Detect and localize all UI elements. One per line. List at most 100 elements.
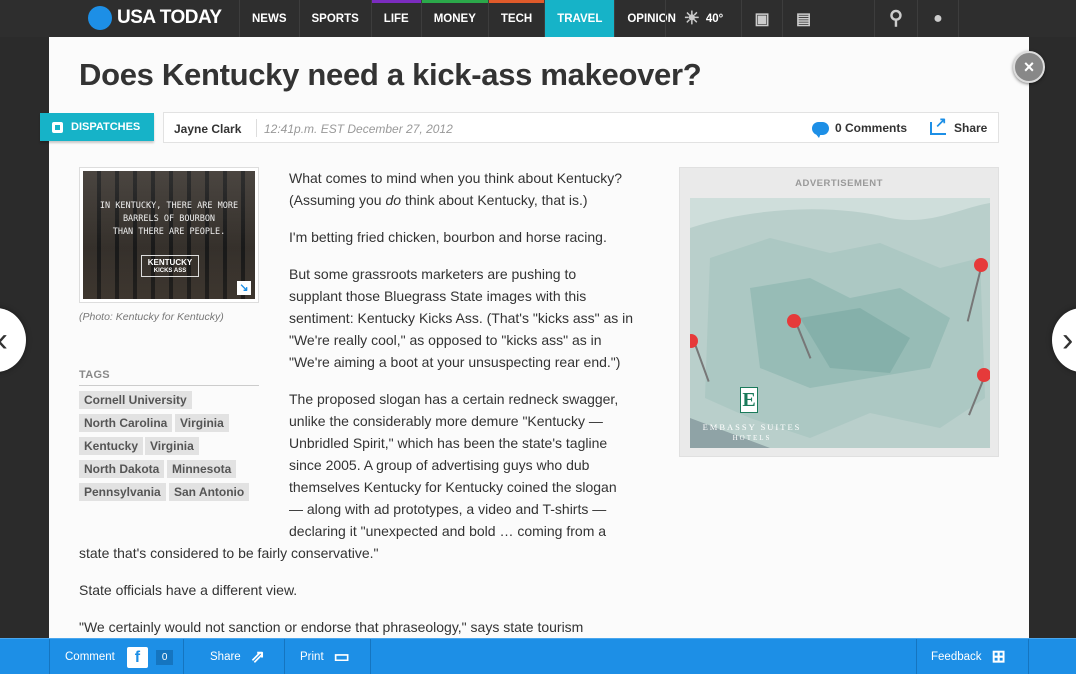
comments-link[interactable]: 0 Comments: [812, 121, 908, 138]
nav-label: SPORTS: [311, 12, 359, 25]
tag-north-dakota[interactable]: North Dakota: [79, 460, 165, 478]
dispatches-badge[interactable]: DISPATCHES: [40, 113, 154, 141]
edition-button[interactable]: ▤: [782, 0, 824, 37]
share-link[interactable]: Share: [930, 114, 988, 135]
text-line: (Assuming you do think about Kentucky, t…: [289, 189, 622, 211]
book-icon: ▤: [795, 10, 812, 28]
us-map-graphic: [690, 198, 990, 448]
share-button[interactable]: Share ⇗: [184, 639, 285, 674]
nav-life[interactable]: LIFE: [370, 0, 421, 37]
author-name[interactable]: Jayne Clark: [174, 122, 241, 136]
comments-label: 0 Comments: [835, 121, 908, 135]
account-button[interactable]: ●: [917, 0, 959, 37]
dispatches-icon: [52, 121, 63, 133]
tag-north-carolina[interactable]: North Carolina: [79, 414, 173, 432]
tag-virginia-2[interactable]: Virginia: [145, 437, 199, 455]
article-headline: Does Kentucky need a kick-ass makeover?: [79, 57, 702, 92]
photo-line: THAN THERE ARE PEOPLE.: [112, 227, 226, 237]
text-line: The proposed slogan has a certain rednec…: [289, 391, 619, 407]
ad-map-image: E EMBASSY SUITES HOTELS: [690, 198, 990, 448]
text-line: since 2005. A group of advertising guys …: [289, 457, 590, 473]
weather-temp: 40°: [705, 12, 724, 25]
tag-pennsylvania[interactable]: Pennsylvania: [79, 483, 166, 501]
nav-label: NEWS: [252, 12, 287, 25]
feedback-label: Feedback: [931, 651, 982, 663]
close-button[interactable]: ×: [1013, 51, 1045, 83]
badge-bottom: KICKS ASS: [153, 268, 187, 274]
share-icon: [930, 114, 947, 135]
comment-button[interactable]: Comment f 0: [49, 639, 184, 674]
nav-color-bar: [421, 0, 488, 3]
weather-widget[interactable]: ☀ 40°: [665, 0, 741, 37]
logo-text: USA TODAY: [117, 7, 222, 28]
byline-bar: Jayne Clark 12:41p.m. EST December 27, 2…: [163, 112, 999, 143]
embassy-suites-wordmark: EMBASSY SUITES HOTELS: [692, 422, 812, 444]
paragraph-3: But some grassroots marketers are pushin…: [289, 263, 633, 373]
top-nav: USA TODAY NEWS SPORTS LIFE MONEY TECH TR…: [0, 0, 1076, 37]
chevron-right-icon: ›: [1062, 320, 1074, 359]
next-article-button[interactable]: ›: [1052, 308, 1076, 372]
photo-image: IN KENTUCKY, THERE ARE MORE BARRELS OF B…: [83, 171, 255, 299]
nav-sports[interactable]: SPORTS: [298, 0, 371, 37]
text-line: But some grassroots marketers are pushin…: [289, 266, 577, 282]
paragraph-2: I'm betting fried chicken, bourbon and h…: [289, 229, 607, 245]
feedback-button[interactable]: Feedback ⊞: [916, 639, 1029, 674]
nav-news[interactable]: NEWS: [239, 0, 299, 37]
print-button[interactable]: Print ▭: [285, 639, 371, 674]
tag-cornell-university[interactable]: Cornell University: [79, 391, 192, 409]
user-icon: ●: [933, 9, 943, 27]
text-line: "We're aiming a boot at your unsuspectin…: [289, 354, 621, 370]
photo-text: IN KENTUCKY, THERE ARE MORE BARRELS OF B…: [83, 200, 255, 239]
map-pin-icon: [977, 368, 990, 382]
text-line: — along with ad prototypes, a video and …: [289, 501, 607, 517]
article-photo[interactable]: IN KENTUCKY, THERE ARE MORE BARRELS OF B…: [79, 167, 259, 303]
tag-san-antonio[interactable]: San Antonio: [169, 483, 250, 501]
nav-label: TECH: [500, 12, 533, 25]
text-line: unlike the considerably more demure "Ken…: [289, 413, 603, 429]
media-button[interactable]: ▣: [741, 0, 782, 37]
tag-kentucky[interactable]: Kentucky: [79, 437, 144, 455]
paragraph-4-end: state that's considered to be fairly con…: [79, 545, 379, 561]
bottom-toolbar: Comment f 0 Share ⇗ Print ▭ Feedback ⊞: [0, 638, 1076, 674]
text-line: supplant those Bluegrass State images wi…: [289, 288, 587, 304]
search-button[interactable]: ⚲: [874, 0, 917, 37]
share-icon: ⇗: [250, 647, 265, 666]
text-line: Unbridled Spirit," which has been the st…: [289, 435, 608, 451]
expand-icon[interactable]: ↘: [237, 281, 251, 295]
byline-divider: [256, 119, 257, 137]
nav-color-bar: [371, 0, 421, 3]
logo-dot: [88, 6, 112, 30]
tags-heading: TAGS: [79, 369, 110, 381]
nav-travel[interactable]: TRAVEL: [544, 0, 615, 37]
comment-label: Comment: [65, 651, 115, 663]
nav-money[interactable]: MONEY: [420, 0, 488, 37]
nav-tech[interactable]: TECH: [487, 0, 545, 37]
comment-bubble-icon: [812, 121, 829, 138]
section-nav: NEWS SPORTS LIFE MONEY TECH TRAVEL OPINI…: [239, 0, 688, 37]
text-line: "We're really cool," as opposed to "kick…: [289, 332, 602, 348]
advertisement[interactable]: ADVERTISEMENT E EMBASSY SUITES HOTELS: [679, 167, 999, 457]
tag-minnesota[interactable]: Minnesota: [167, 460, 237, 478]
nav-color-bar: [488, 0, 545, 3]
kentucky-kicks-ass-badge: KENTUCKY KICKS ASS: [141, 255, 199, 277]
usatoday-logo[interactable]: USA TODAY: [88, 6, 222, 30]
paragraph-5: State officials have a different view.: [79, 582, 298, 598]
photo-caption: (Photo: Kentucky for Kentucky): [79, 311, 224, 323]
previous-article-button[interactable]: ‹: [0, 308, 26, 372]
feedback-icon: ⊞: [991, 647, 1006, 666]
nav-color-bar: [240, 0, 299, 3]
timestamp: 12:41p.m. EST December 27, 2012: [264, 122, 453, 136]
text-line: sentiment: Kentucky Kicks Ass. (That's "…: [289, 310, 634, 326]
text-line: What comes to mind when you think about …: [289, 170, 623, 186]
tag-virginia[interactable]: Virginia: [175, 414, 229, 432]
chevron-left-icon: ‹: [0, 321, 8, 360]
dispatches-label: DISPATCHES: [71, 121, 141, 133]
facebook-icon: f: [126, 646, 148, 668]
close-icon: ×: [1023, 56, 1035, 77]
share-label: Share: [954, 121, 988, 135]
comment-count: 0: [155, 649, 174, 665]
embassy-suites-logo: E: [740, 387, 758, 413]
badge-top: KENTUCKY: [147, 258, 193, 267]
paragraph-6: "We certainly would not sanction or endo…: [79, 619, 584, 635]
map-pin-icon: [787, 314, 801, 328]
